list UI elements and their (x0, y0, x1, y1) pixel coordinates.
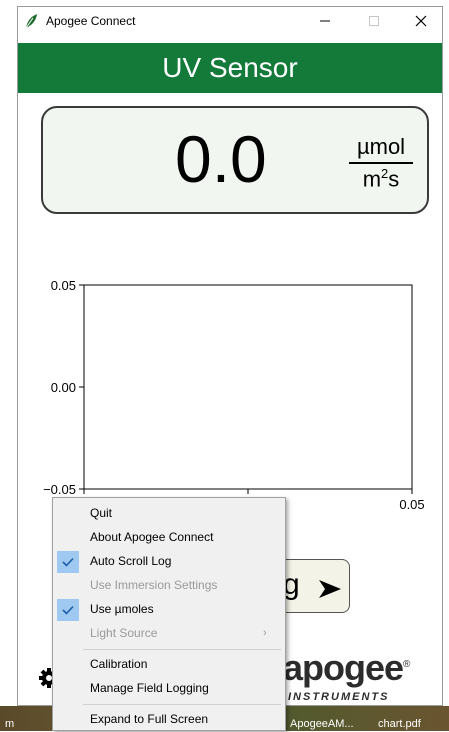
chevron-right-icon: › (263, 627, 267, 639)
menu-item-label: Auto Scroll Log (90, 554, 172, 568)
menu-item-label: Manage Field Logging (90, 681, 209, 695)
menu-item-label: Calibration (90, 657, 148, 671)
menu-item-label: Light Source (90, 626, 158, 640)
menu-item-manage-field-logging[interactable]: Manage Field Logging (53, 677, 285, 701)
menu-item-expand-full-screen[interactable]: Expand to Full Screen (53, 708, 285, 732)
checkmark-icon (57, 599, 79, 621)
menu-item-label: About Apogee Connect (90, 530, 214, 544)
apogee-logo: apogee® (283, 647, 410, 689)
logo-registered: ® (403, 659, 410, 670)
menu-item-label: Quit (90, 506, 113, 520)
maximize-icon (369, 16, 379, 26)
sensor-chart: 0.050.00−0.05−0.050.000.05 (43, 278, 425, 512)
logo-word: apogee (283, 647, 404, 688)
y-tick-label: 0.05 (51, 278, 76, 293)
menu-item-quit[interactable]: Quit (53, 502, 285, 526)
unit-suffix: s (388, 166, 400, 192)
reading-unit: µmol m2s (349, 134, 413, 192)
menu-item-auto-scroll-log[interactable]: Auto Scroll Log (53, 550, 285, 574)
settings-context-menu: Quit About Apogee Connect Auto Scroll Lo… (52, 497, 286, 731)
menu-item-label: Use µmoles (90, 602, 154, 616)
menu-item-about[interactable]: About Apogee Connect (53, 526, 285, 550)
desktop-item-apogee[interactable]: ApogeeAM... (290, 718, 354, 730)
menu-item-use-immersion-settings[interactable]: Use Immersion Settings (53, 574, 285, 598)
menu-separator (83, 649, 281, 650)
y-tick-label: 0.00 (51, 380, 76, 395)
y-tick-label: −0.05 (43, 482, 76, 497)
unit-denominator: m2s (349, 164, 413, 192)
unit-base: m (362, 166, 382, 192)
minimize-button[interactable] (302, 7, 348, 35)
menu-separator (83, 704, 281, 705)
sensor-header: UV Sensor (18, 43, 442, 93)
plot-area (83, 284, 413, 490)
menu-item-use-umoles[interactable]: Use µmoles (53, 598, 285, 622)
leaf-icon (25, 14, 37, 29)
desktop-item-left[interactable]: m (5, 718, 14, 730)
reading-panel: 0.0 µmol m2s (41, 106, 429, 214)
arrow-right-icon (319, 580, 341, 598)
close-button[interactable] (398, 7, 442, 35)
logo-subtitle: INSTRUMENTS (288, 691, 390, 703)
menu-item-label: Use Immersion Settings (90, 578, 218, 592)
unit-numerator: µmol (349, 134, 413, 164)
desktop-item-chart-pdf[interactable]: chart.pdf (378, 718, 421, 730)
checkmark-icon (57, 551, 79, 573)
menu-item-label: Expand to Full Screen (90, 712, 209, 726)
close-icon (415, 15, 427, 27)
menu-item-light-source[interactable]: Light Source › (53, 622, 285, 646)
reading-value: 0.0 (175, 122, 267, 196)
window-title: Apogee Connect (46, 14, 136, 28)
maximize-button[interactable] (351, 7, 397, 35)
x-tick-label: 0.05 (399, 497, 424, 512)
title-bar[interactable]: Apogee Connect (18, 7, 442, 35)
menu-item-calibration[interactable]: Calibration (53, 653, 285, 677)
minimize-icon (320, 20, 330, 22)
